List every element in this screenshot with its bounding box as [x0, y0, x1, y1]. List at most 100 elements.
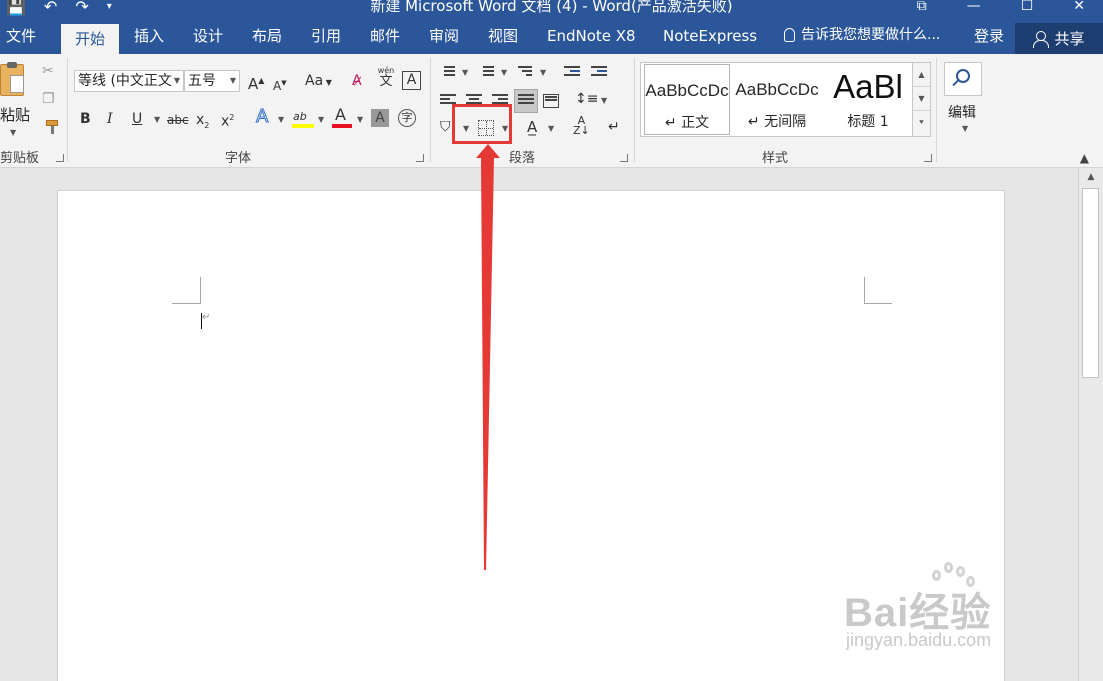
text-effects-button[interactable]: A — [255, 107, 268, 126]
numbering-icon[interactable] — [478, 66, 494, 80]
editing-label[interactable]: 编辑 — [948, 102, 976, 122]
style-heading-1[interactable]: AaBl 标题 1 — [824, 64, 912, 135]
justify-icon — [518, 94, 534, 108]
grow-font-icon[interactable]: A▲ — [248, 72, 264, 93]
share-button[interactable]: 共享 — [1015, 23, 1103, 54]
styles-gallery: AaBbCcDc ↵ 正文 AaBbCcDc ↵ 无间隔 AaBl 标题 1 ▲… — [640, 62, 931, 137]
font-color-button[interactable]: A — [335, 106, 346, 124]
style-normal-sample: AaBbCcDc — [645, 81, 729, 100]
gallery-up-icon[interactable]: ▲ — [913, 63, 930, 87]
maximize-button[interactable]: ☐ — [1021, 0, 1034, 16]
clipboard-group-label: 剪贴板 — [0, 151, 40, 166]
collapse-ribbon-icon[interactable]: ▲ — [1080, 151, 1089, 165]
font-color-dropdown-icon[interactable]: ▼ — [357, 115, 363, 124]
cut-icon[interactable]: ✂ — [42, 62, 54, 80]
bold-button[interactable]: B — [80, 110, 91, 128]
tab-home[interactable]: 开始 — [61, 24, 120, 54]
font-name-dropdown-icon: ▼ — [173, 76, 180, 85]
editing-dropdown-icon[interactable]: ▼ — [962, 124, 968, 133]
phonetic-guide-icon[interactable]: wén 文 — [377, 66, 395, 89]
clear-formatting-icon[interactable]: A̷ — [352, 72, 362, 90]
increase-indent-icon[interactable] — [591, 66, 607, 80]
title-bar: 💾 ↶ ↷ ▾ 新建 Microsoft Word 文档 (4) - Word(… — [0, 0, 1103, 16]
minimize-button[interactable]: — — [967, 0, 981, 16]
enclose-characters-button[interactable]: 字 — [398, 109, 416, 127]
style-heading-1-name: 标题 1 — [847, 114, 889, 130]
asian-layout-icon[interactable]: A̲ — [527, 118, 537, 136]
superscript-button[interactable]: x2 — [221, 109, 234, 131]
lightbulb-icon — [784, 28, 795, 42]
ribbon-tabs: 文件 开始 插入 设计 布局 引用 邮件 审阅 视图 EndNote X8 No… — [0, 16, 1103, 54]
tab-endnote[interactable]: EndNote X8 — [547, 16, 636, 54]
numbering-dropdown-icon[interactable]: ▼ — [501, 68, 507, 77]
clipboard-launcher-icon[interactable] — [56, 154, 64, 162]
tab-layout[interactable]: 布局 — [252, 16, 282, 54]
tab-review[interactable]: 审阅 — [429, 16, 459, 54]
tab-file[interactable]: 文件 — [6, 16, 36, 54]
change-case-icon[interactable]: Aa ▼ — [305, 72, 332, 92]
paragraph-mark: ↵ — [202, 312, 211, 323]
multilevel-list-dropdown-icon[interactable]: ▼ — [540, 68, 546, 77]
decrease-indent-icon[interactable] — [564, 66, 580, 80]
asian-layout-dropdown-icon[interactable]: ▼ — [548, 124, 554, 133]
font-size-combo[interactable]: 五号 ▼ — [184, 70, 240, 92]
strikethrough-button[interactable]: abc — [167, 111, 189, 129]
scroll-up-icon[interactable]: ▲ — [1079, 172, 1103, 182]
style-no-spacing[interactable]: AaBbCcDc ↵ 无间隔 — [733, 64, 821, 135]
tab-references[interactable]: 引用 — [311, 16, 341, 54]
underline-button[interactable]: U — [132, 110, 142, 128]
highlight-dropdown-icon[interactable]: ▼ — [318, 115, 324, 124]
scroll-thumb[interactable] — [1082, 188, 1099, 378]
styles-gallery-scroll: ▲ ▼ ⯆ — [912, 63, 930, 136]
underline-dropdown-icon[interactable]: ▼ — [154, 115, 160, 124]
multilevel-list-icon[interactable] — [516, 66, 532, 80]
find-button[interactable] — [944, 62, 982, 96]
group-divider — [634, 58, 635, 162]
format-painter-icon[interactable] — [44, 120, 60, 134]
style-no-spacing-name: ↵ 无间隔 — [747, 114, 807, 130]
distributed-icon[interactable] — [543, 94, 559, 108]
shrink-font-icon[interactable]: A▼ — [273, 74, 287, 95]
sign-in-link[interactable]: 登录 — [974, 16, 1004, 54]
ribbon-display-options-button[interactable]: ⧉ — [917, 0, 927, 16]
shading-bucket-icon[interactable]: ⛉ — [440, 118, 451, 136]
paragraph-launcher-icon[interactable] — [620, 154, 628, 162]
character-border-icon[interactable]: A — [402, 71, 421, 90]
gallery-down-icon[interactable]: ▼ — [913, 87, 930, 111]
font-launcher-icon[interactable] — [416, 154, 424, 162]
bullets-icon[interactable] — [439, 66, 455, 80]
subscript-button[interactable]: x2 — [196, 111, 209, 135]
styles-group-label: 样式 — [762, 151, 789, 166]
copy-icon[interactable]: ❐ — [42, 90, 55, 108]
bullets-dropdown-icon[interactable]: ▼ — [462, 68, 468, 77]
font-name-combo[interactable]: 等线 (中文正文 ▼ — [74, 70, 184, 92]
sort-icon[interactable]: A Z↓ — [573, 115, 590, 136]
styles-launcher-icon[interactable] — [924, 154, 932, 162]
style-normal[interactable]: AaBbCcDc ↵ 正文 — [644, 64, 730, 135]
show-formatting-marks-icon[interactable]: ↵ — [608, 118, 620, 136]
window-controls: ⧉ — ☐ ✕ — [917, 0, 1085, 16]
close-button[interactable]: ✕ — [1073, 0, 1085, 16]
character-shading-button[interactable]: A — [371, 109, 389, 127]
line-spacing-icon[interactable]: ↕≡ — [575, 90, 598, 108]
line-spacing-dropdown-icon[interactable]: ▼ — [601, 96, 607, 105]
ribbon-home: 粘贴 ▼ ✂ ❐ 剪贴板 等线 (中文正文 ▼ 五号 ▼ A▲ A▼ Aa ▼ … — [0, 54, 1103, 168]
vertical-scrollbar[interactable]: ▲ — [1078, 168, 1103, 681]
font-color-swatch — [332, 124, 352, 128]
justify-button[interactable] — [514, 89, 538, 113]
tab-noteexpress[interactable]: NoteExpress — [663, 16, 757, 54]
crop-mark-top-right — [864, 303, 892, 304]
gallery-more-icon[interactable]: ⯆ — [913, 111, 930, 135]
clipboard-icon — [0, 62, 24, 96]
paste-button[interactable]: 粘贴 ▼ — [0, 62, 30, 142]
tab-design[interactable]: 设计 — [193, 16, 223, 54]
tab-view[interactable]: 视图 — [488, 16, 518, 54]
text-effects-dropdown-icon[interactable]: ▼ — [278, 115, 284, 124]
paste-dropdown-icon: ▼ — [10, 128, 17, 137]
crop-mark-top-left — [200, 277, 201, 304]
italic-button[interactable]: I — [107, 110, 113, 128]
tab-insert[interactable]: 插入 — [134, 16, 164, 54]
font-name-value: 等线 (中文正文 — [78, 73, 172, 89]
tell-me-search[interactable]: 告诉我您想要做什么... — [784, 16, 940, 54]
tab-mailings[interactable]: 邮件 — [370, 16, 400, 54]
